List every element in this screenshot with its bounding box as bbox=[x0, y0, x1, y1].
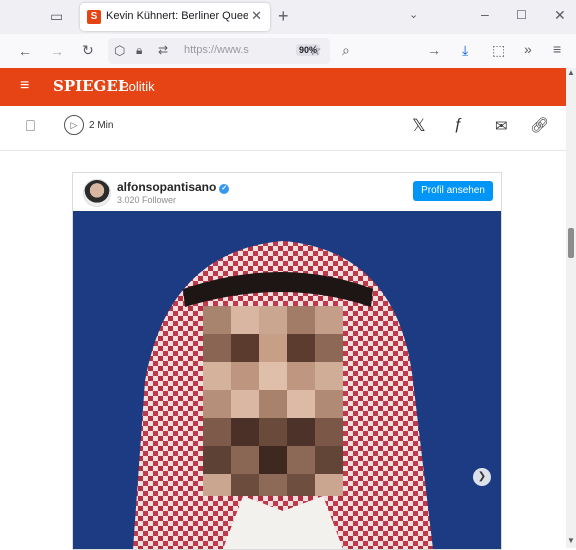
browser-tab-bar: ▭ S Kevin Kühnert: Berliner Queer-B ✕ + … bbox=[0, 0, 576, 34]
reload-icon[interactable]: ↻ bbox=[82, 42, 94, 59]
close-window-icon[interactable]: ✕ bbox=[554, 7, 566, 24]
follower-count: 3.020 Follower bbox=[117, 195, 177, 205]
site-header: ≡ SPIEGEL Politik bbox=[0, 68, 566, 106]
next-slide-icon[interactable]: ❯ bbox=[473, 468, 491, 486]
section-label[interactable]: Politik bbox=[120, 79, 155, 94]
search-icon[interactable]: ⌕ bbox=[342, 42, 350, 59]
bookmark-icon[interactable]: ⎕ bbox=[26, 118, 35, 135]
permissions-icon[interactable]: ⇄ bbox=[158, 43, 168, 57]
minimize-window-icon[interactable]: – bbox=[481, 6, 489, 22]
page-scrollbar[interactable]: ▲ ▼ bbox=[566, 68, 576, 548]
article-toolbar: ⎕ ▷ 2 Min 𝕏 ƒ ✉ 🔗︎ bbox=[0, 106, 566, 151]
scroll-up-icon[interactable]: ▲ bbox=[567, 68, 575, 77]
post-photo[interactable]: ❯ bbox=[73, 211, 501, 549]
email-share-icon[interactable]: ✉ bbox=[495, 117, 508, 135]
pixelated-face bbox=[203, 306, 343, 496]
browser-tab-active[interactable]: S Kevin Kühnert: Berliner Queer-B ✕ bbox=[80, 3, 270, 31]
downloads-icon[interactable]: ⤓ bbox=[462, 42, 468, 59]
menu-hamburger-icon[interactable]: ≡ bbox=[553, 41, 561, 57]
close-tab-icon[interactable]: ✕ bbox=[251, 8, 262, 24]
embed-username[interactable]: alfonsopantisano ✓ bbox=[117, 180, 230, 194]
spiegel-favicon-icon: S bbox=[87, 10, 101, 24]
list-all-tabs-chevron-icon[interactable]: ⌄ bbox=[409, 8, 418, 21]
x-share-icon[interactable]: 𝕏 bbox=[412, 116, 426, 136]
scrollbar-thumb[interactable] bbox=[568, 228, 574, 258]
tab-list-icon[interactable]: ▭ bbox=[50, 8, 63, 25]
facebook-share-icon[interactable]: ƒ bbox=[454, 116, 463, 134]
keffiyeh-portrait-image bbox=[73, 211, 501, 549]
tracking-shield-icon[interactable]: ⬡ bbox=[114, 43, 125, 59]
avatar[interactable] bbox=[83, 179, 111, 207]
bookmark-star-icon[interactable]: ☆ bbox=[309, 42, 322, 59]
url-text[interactable]: https://www.s bbox=[184, 44, 249, 56]
verified-badge-icon: ✓ bbox=[219, 184, 230, 194]
back-arrow-icon[interactable]: ← bbox=[18, 43, 32, 59]
extensions-icon[interactable]: ⬚ bbox=[492, 42, 505, 59]
lock-icon[interactable]: 🔒︎ bbox=[136, 43, 142, 58]
listen-duration[interactable]: 2 Min bbox=[89, 120, 113, 131]
site-menu-icon[interactable]: ≡ bbox=[20, 77, 29, 95]
forward-arrow-icon[interactable]: → bbox=[50, 43, 64, 59]
instagram-embed: alfonsopantisano ✓ 3.020 Follower Profil … bbox=[72, 172, 502, 550]
scroll-down-icon[interactable]: ▼ bbox=[567, 536, 575, 545]
play-audio-icon[interactable]: ▷ bbox=[64, 115, 84, 135]
copy-link-icon[interactable]: 🔗︎ bbox=[530, 116, 549, 134]
new-tab-icon[interactable]: + bbox=[278, 6, 289, 27]
address-bar[interactable]: ⬡ 🔒︎ ⇄ https://www.s 90% bbox=[108, 38, 330, 64]
go-arrow-icon[interactable]: → bbox=[427, 42, 441, 58]
site-logo[interactable]: SPIEGEL bbox=[53, 77, 128, 95]
overflow-chevrons-icon[interactable]: » bbox=[524, 41, 532, 57]
browser-nav-bar: ← → ↻ ⬡ 🔒︎ ⇄ https://www.s 90% ☆ ⌕ → ⤓ ⬚… bbox=[0, 34, 576, 69]
maximize-window-icon[interactable]: ☐ bbox=[516, 8, 527, 22]
view-profile-button[interactable]: Profil ansehen bbox=[413, 181, 493, 201]
username-text[interactable]: alfonsopantisano bbox=[117, 180, 216, 194]
tab-title: Kevin Kühnert: Berliner Queer-B bbox=[106, 10, 248, 22]
